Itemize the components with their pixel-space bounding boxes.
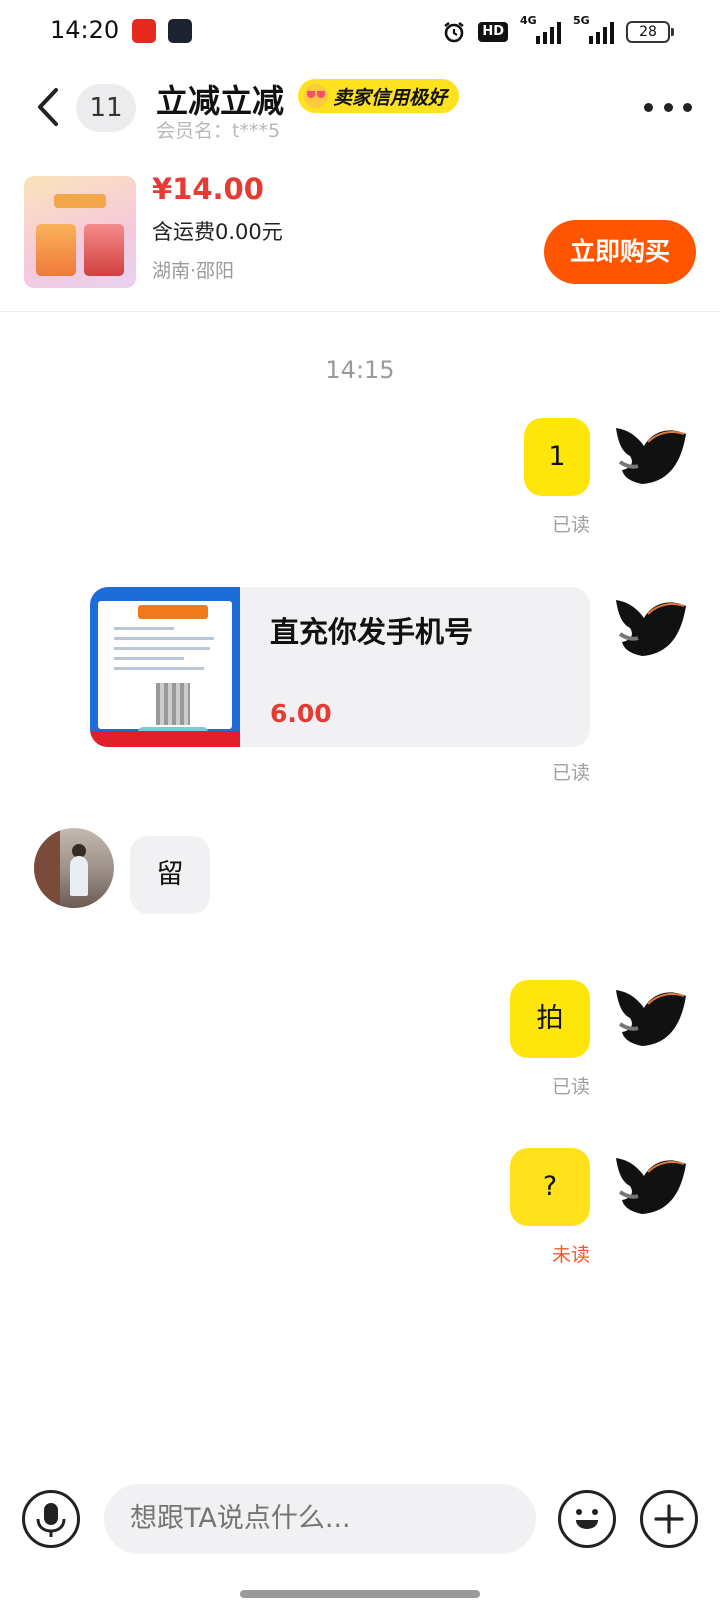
chat-time-divider: 14:15 [325, 356, 395, 384]
message-bubble-theirs[interactable]: 留 [130, 836, 210, 914]
buy-now-button[interactable]: 立即购买 [544, 220, 696, 284]
product-card-message[interactable]: 直充你发手机号 6.00 [90, 587, 590, 747]
chat-header: 11 立减立减 卖家信用极好 会员名：t***5 [0, 64, 720, 154]
app-notification-icon [132, 19, 156, 43]
message-bubble-mine[interactable]: 1 [524, 418, 590, 496]
product-shipping: 含运费0.00元 [152, 220, 283, 244]
input-bar [0, 1476, 720, 1566]
plus-icon[interactable] [640, 1490, 698, 1548]
status-indicators: HD 4G 5G 28 [442, 14, 674, 46]
app-notification-icon-2 [168, 19, 192, 43]
my-avatar-bird-icon[interactable] [612, 590, 688, 666]
card-price: 6.00 [270, 699, 332, 728]
member-id: 会员名：t***5 [156, 120, 281, 142]
battery-icon: 28 [626, 21, 674, 43]
read-status: 已读 [551, 762, 590, 784]
my-avatar-bird-icon[interactable] [612, 1148, 688, 1224]
status-time: 14:20 [50, 16, 120, 44]
more-options-icon[interactable] [644, 92, 692, 122]
product-thumbnail[interactable] [24, 176, 136, 288]
smiley-icon[interactable] [558, 1490, 616, 1548]
other-user-avatar[interactable] [34, 828, 114, 908]
status-bar: 14:20 HD 4G 5G 28 [0, 0, 720, 64]
signal-5g-icon: 5G [573, 14, 614, 44]
microphone-icon[interactable] [22, 1490, 80, 1548]
chevron-left-icon[interactable] [28, 82, 68, 132]
product-location: 湖南·邵阳 [152, 260, 235, 282]
my-avatar-bird-icon[interactable] [612, 980, 688, 1056]
home-indicator[interactable] [240, 1590, 480, 1598]
heart-eyes-emoji-icon [304, 84, 328, 108]
hd-icon: HD [478, 22, 508, 42]
message-bubble-mine[interactable]: ? [510, 1148, 590, 1226]
product-price: ¥14.00 [152, 172, 264, 206]
card-thumbnail [90, 587, 240, 747]
credit-badge[interactable]: 卖家信用极好 [298, 79, 460, 113]
my-avatar-bird-icon[interactable] [612, 418, 688, 494]
signal-4g-icon: 4G [520, 14, 561, 44]
message-input[interactable] [104, 1484, 536, 1554]
credit-badge-label: 卖家信用极好 [333, 86, 448, 109]
card-title: 直充你发手机号 [270, 615, 474, 649]
product-card[interactable]: ¥14.00 含运费0.00元 湖南·邵阳 立即购买 [0, 160, 720, 312]
unread-count-badge[interactable]: 11 [76, 84, 136, 132]
read-status: 已读 [551, 1076, 590, 1098]
message-bubble-mine[interactable]: 拍 [510, 980, 590, 1058]
alarm-icon [444, 22, 465, 43]
read-status: 已读 [551, 514, 590, 536]
unread-status: 未读 [551, 1244, 590, 1266]
